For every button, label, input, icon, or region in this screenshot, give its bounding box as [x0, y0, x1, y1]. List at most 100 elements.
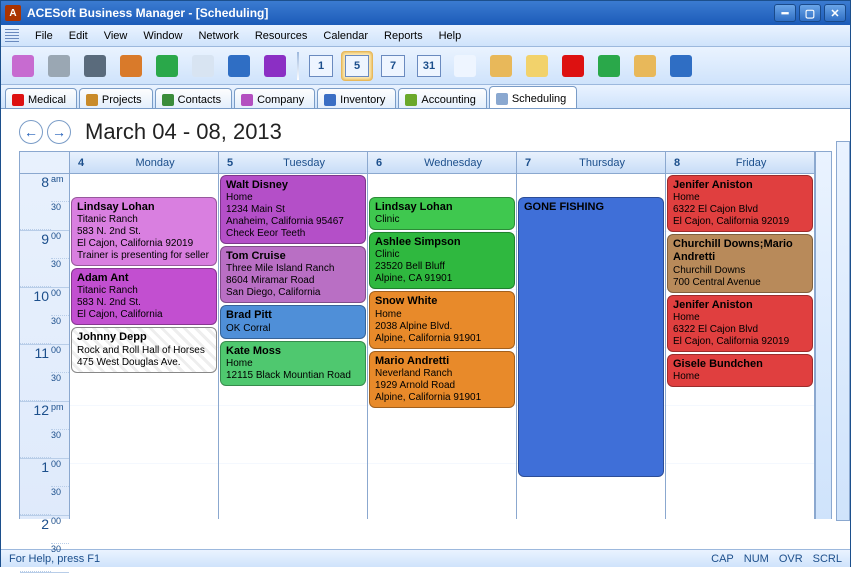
day-header[interactable]: 4Monday	[70, 152, 218, 174]
tab-strip: MedicalProjectsContactsCompanyInventory A…	[1, 85, 850, 109]
appointment-detail: Check Eeor Teeth	[226, 228, 360, 240]
close-button[interactable]: ✕	[824, 4, 846, 22]
appointment[interactable]: GONE FISHING	[518, 197, 664, 477]
appointment-detail: Home	[673, 371, 807, 383]
appointment-title: Ashlee Simpson	[375, 236, 509, 249]
bell-icon[interactable]	[629, 51, 661, 81]
appointment-title: Lindsay Lohan	[77, 201, 211, 214]
appointment[interactable]: Jenifer AnistonHome6322 El Cajon BlvdEl …	[667, 175, 813, 232]
minimize-button[interactable]: ━	[774, 4, 796, 22]
appointment[interactable]: Brad PittOK Corral	[220, 305, 366, 338]
menu-help[interactable]: Help	[431, 27, 470, 45]
tab-projects[interactable]: Projects	[79, 88, 153, 108]
help-icon[interactable]	[223, 51, 255, 81]
tab-company[interactable]: Company	[234, 88, 315, 108]
appointment-detail: 6322 El Cajon Blvd	[673, 324, 807, 336]
next-week-button[interactable]: →	[47, 120, 71, 144]
home-icon[interactable]	[485, 51, 517, 81]
new-doc-icon[interactable]	[7, 51, 39, 81]
tab-scheduling[interactable]: Scheduling	[489, 86, 577, 108]
appointment-detail: Trainer is presenting for seller	[77, 250, 211, 262]
appointment[interactable]: Lindsay LohanTitanic Ranch583 N. 2nd St.…	[71, 197, 217, 266]
tab-label: Accounting	[421, 94, 475, 106]
appointment[interactable]: Churchill Downs;Mario AndrettiChurchill …	[667, 234, 813, 292]
appointment[interactable]: Johnny DeppRock and Roll Hall of Horses4…	[71, 327, 217, 372]
tag-icon[interactable]	[557, 51, 589, 81]
app-icon: A	[5, 5, 21, 21]
tab-label: Scheduling	[512, 93, 566, 105]
maximize-button[interactable]: ▢	[799, 4, 821, 22]
appointment-detail: El Cajon, California	[77, 309, 211, 321]
appointment[interactable]: Snow WhiteHome2038 Alpine Blvd.Alpine, C…	[369, 291, 515, 348]
menu-network[interactable]: Network	[190, 27, 246, 45]
tab-inventory[interactable]: Inventory	[317, 88, 396, 108]
appointment-title: Snow White	[375, 295, 509, 308]
day-body[interactable]: Lindsay LohanTitanic Ranch583 N. 2nd St.…	[70, 174, 218, 519]
book-icon[interactable]	[259, 51, 291, 81]
appointment-detail: San Diego, California	[226, 287, 360, 299]
appointment-title: Walt Disney	[226, 179, 360, 192]
folder-icon[interactable]	[187, 51, 219, 81]
view-5day-icon[interactable]: 5	[341, 51, 373, 81]
appointment-title: Lindsay Lohan	[375, 201, 509, 214]
appointment-detail: Clinic	[375, 214, 509, 226]
day-body[interactable]: Lindsay LohanClinicAshlee SimpsonClinic2…	[368, 174, 516, 519]
day-header[interactable]: 6Wednesday	[368, 152, 516, 174]
status-num: NUM	[744, 553, 769, 565]
appointment-detail: Home	[226, 358, 360, 370]
note-icon[interactable]	[521, 51, 553, 81]
alarm-icon[interactable]	[665, 51, 697, 81]
appointment-detail: 2038 Alpine Blvd.	[375, 321, 509, 333]
day-header[interactable]: 7Thursday	[517, 152, 665, 174]
parrot-icon[interactable]	[151, 51, 183, 81]
appointment[interactable]: Ashlee SimpsonClinic23520 Bell BluffAlpi…	[369, 232, 515, 289]
appointment-title: Tom Cruise	[226, 250, 360, 263]
scheduling-panel: ← → March 04 - 08, 2013 8am3090030100030…	[1, 109, 850, 549]
appointment[interactable]: Kate MossHome12115 Black Mountian Road	[220, 341, 366, 386]
appointment[interactable]: Adam AntTitanic Ranch583 N. 2nd St.El Ca…	[71, 268, 217, 325]
menu-view[interactable]: View	[96, 27, 136, 45]
time-slot: 8am30	[20, 174, 69, 231]
view-31day-icon[interactable]: 31	[413, 51, 445, 81]
appointment-detail: El Cajon, California 92019	[673, 336, 807, 348]
menu-edit[interactable]: Edit	[61, 27, 96, 45]
appointment-detail: 475 West Douglas Ave.	[77, 357, 211, 369]
menu-window[interactable]: Window	[135, 27, 190, 45]
toolbar: 15731	[1, 47, 850, 85]
appointment[interactable]: Mario AndrettiNeverland Ranch1929 Arnold…	[369, 351, 515, 408]
tab-accounting[interactable]: Accounting	[398, 88, 486, 108]
right-gutter[interactable]	[836, 141, 850, 521]
calendar-grid-icon[interactable]	[449, 51, 481, 81]
day-body[interactable]: Jenifer Aniston Home 6322 El Cajon BlvdEl …	[666, 174, 814, 519]
prev-week-button[interactable]: ←	[19, 120, 43, 144]
palette-icon[interactable]	[115, 51, 147, 81]
view-7day-icon[interactable]: 7	[377, 51, 409, 81]
clock-icon[interactable]	[593, 51, 625, 81]
day-header[interactable]: 5Tuesday	[219, 152, 367, 174]
day-body[interactable]: Walt DisneyHome1234 Main StAnaheim, Cali…	[219, 174, 367, 519]
appointment[interactable]: Jenifer AnistonHome6322 El Cajon BlvdEl …	[667, 295, 813, 352]
day-header[interactable]: 8Friday	[666, 152, 814, 174]
day-column-tuesday: 5TuesdayWalt DisneyHome1234 Main StAnahe…	[219, 152, 368, 519]
appointment[interactable]: Walt DisneyHome1234 Main StAnaheim, Cali…	[220, 175, 366, 244]
appointment[interactable]: Gisele BundchenHome	[667, 354, 813, 387]
menu-resources[interactable]: Resources	[247, 27, 316, 45]
appointment-detail: Home	[375, 309, 509, 321]
tab-contacts[interactable]: Contacts	[155, 88, 232, 108]
vertical-scrollbar[interactable]	[815, 152, 831, 519]
tab-medical[interactable]: Medical	[5, 88, 77, 108]
menu-reports[interactable]: Reports	[376, 27, 431, 45]
view-1day-icon[interactable]: 1	[305, 51, 337, 81]
day-column-friday: 8Friday Jenifer Aniston Home 6322 El Cajon …	[666, 152, 815, 519]
print-icon[interactable]	[79, 51, 111, 81]
print-preview-icon[interactable]	[43, 51, 75, 81]
menu-calendar[interactable]: Calendar	[315, 27, 376, 45]
appointment-detail: 1234 Main St	[226, 204, 360, 216]
day-body[interactable]: GONE FISHING	[517, 174, 665, 519]
time-slot: 20030	[20, 516, 69, 573]
appointment[interactable]: Lindsay LohanClinic	[369, 197, 515, 230]
menu-file[interactable]: File	[27, 27, 61, 45]
appointment-detail: Neverland Ranch	[375, 368, 509, 380]
appointment-title: Jenifer Aniston	[673, 299, 807, 312]
appointment[interactable]: Tom CruiseThree Mile Island Ranch8604 Mi…	[220, 246, 366, 303]
